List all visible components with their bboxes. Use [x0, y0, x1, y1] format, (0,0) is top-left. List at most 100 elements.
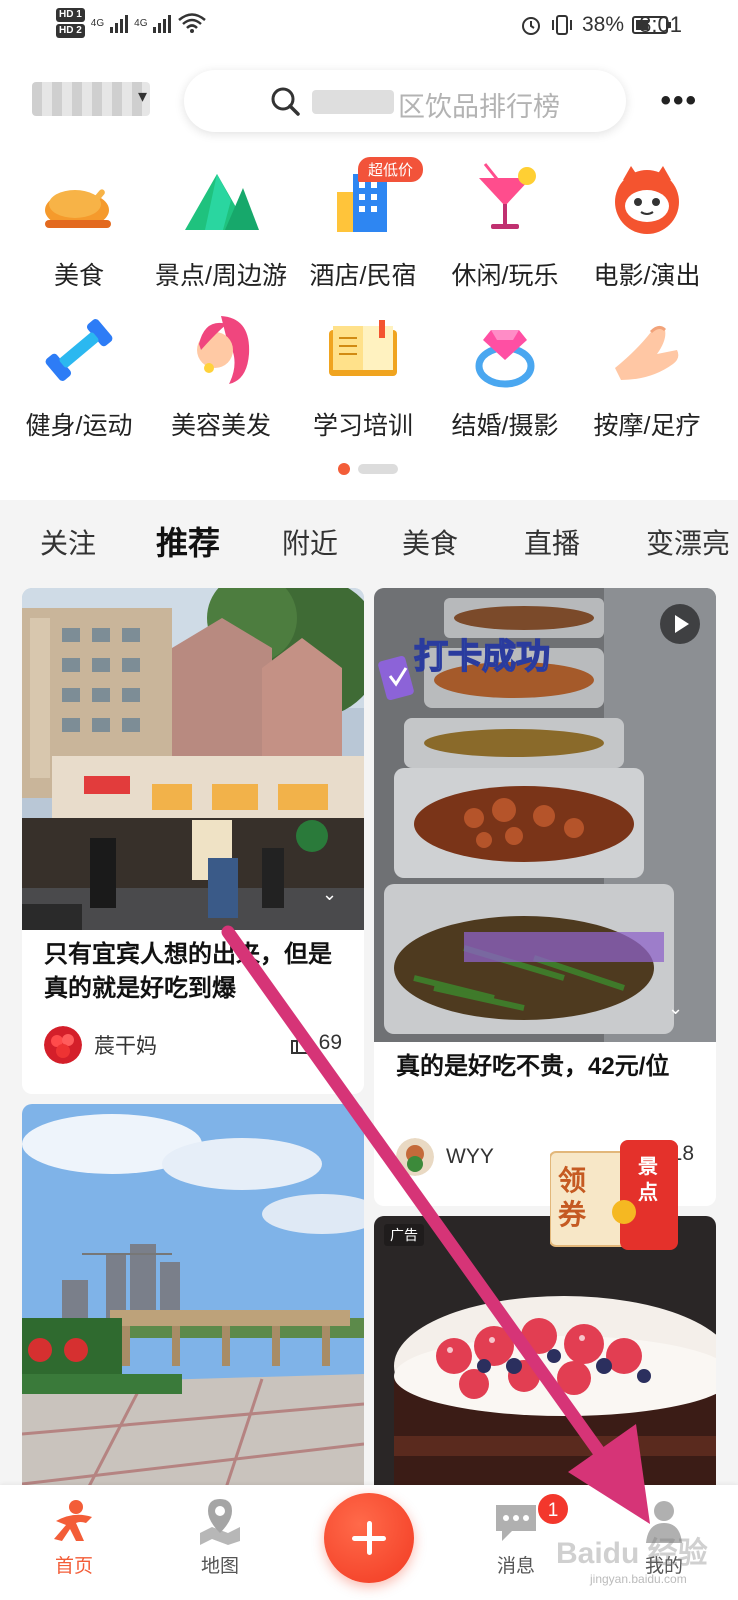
feed-tabs: 关注 推荐 附近 美食 直播 变漂亮	[0, 500, 738, 570]
card-title: 真的是好吃不贵，42元/位	[396, 1053, 670, 1080]
category-beauty[interactable]: 美容美发	[148, 310, 294, 450]
tab-beauty[interactable]: 变漂亮	[646, 522, 730, 562]
buffet-food-photo: 打卡成功	[374, 588, 716, 1042]
top-panel: HD 1 HD 2 4G 4G 38% 8:01 ▾ 区饮品排行榜 ••• 美食…	[0, 0, 738, 500]
category-label: 健身/运动	[25, 412, 133, 440]
author-avatar	[396, 1138, 434, 1176]
messages-count-badge: 1	[536, 1492, 570, 1526]
city-selector[interactable]	[32, 82, 150, 116]
feed-card[interactable]	[22, 1104, 364, 1500]
tab-follow[interactable]: 关注	[40, 522, 96, 562]
nav-messages-label: 消息	[496, 1556, 535, 1577]
like-count[interactable]: 69	[289, 1030, 342, 1056]
watermark-text: Baidu 经验	[556, 1537, 708, 1570]
play-video-button[interactable]	[660, 604, 700, 644]
category-label: 休闲/玩乐	[451, 262, 559, 290]
card-author[interactable]: 莀干妈	[44, 1026, 157, 1064]
collapse-chevron-icon: ⌄	[668, 998, 684, 1018]
map-pin-icon	[200, 1499, 240, 1545]
mountain-icon	[185, 174, 259, 230]
post-add-button[interactable]	[324, 1493, 414, 1583]
wifi-icon	[178, 13, 207, 33]
author-avatar	[44, 1026, 82, 1064]
card-author[interactable]: WYY	[396, 1138, 494, 1176]
roast-chicken-icon	[45, 177, 112, 228]
signal-bars-1-icon	[110, 13, 129, 33]
hd1-badge: HD 1	[56, 8, 85, 22]
nav-home[interactable]: 首页	[24, 1497, 124, 1578]
category-label: 美容美发	[170, 412, 271, 440]
hd2-badge: HD 2	[56, 24, 85, 38]
category-movie[interactable]: 电影/演出	[574, 160, 720, 300]
hd-badges: HD 1 HD 2	[56, 8, 85, 38]
city-dropdown-icon[interactable]: ▾	[138, 86, 147, 107]
header: ▾ 区饮品排行榜 •••	[0, 64, 738, 134]
nav-map-label: 地图	[200, 1556, 239, 1577]
category-label: 学习培训	[312, 412, 413, 440]
category-label: 美食	[53, 262, 104, 290]
cat-face-icon	[615, 166, 679, 234]
card-title: 只有宜宾人想的出来，但是真的就是好吃到爆	[44, 941, 332, 1002]
category-label: 酒店/民宿	[309, 262, 417, 290]
promo-badge: 超低价	[358, 157, 424, 182]
category-education[interactable]: 学习培训	[290, 310, 436, 450]
tab-recommend[interactable]: 推荐	[156, 518, 221, 564]
category-label: 结婚/摄影	[451, 412, 559, 440]
diamond-ring-icon	[475, 330, 535, 388]
author-name: WYY	[446, 1145, 494, 1168]
search-bar[interactable]: 区饮品排行榜	[184, 70, 626, 132]
author-name: 莀干妈	[94, 1035, 157, 1058]
category-label: 电影/演出	[593, 262, 701, 290]
status-bar: HD 1 HD 2 4G 4G 38% 8:01	[0, 0, 738, 56]
city-square-photo	[22, 1104, 364, 1500]
woman-hair-icon	[197, 316, 250, 384]
vibrate-icon	[551, 15, 572, 35]
category-wedding[interactable]: 结婚/摄影	[432, 310, 578, 450]
open-book-icon	[329, 320, 397, 376]
category-fitness[interactable]: 健身/运动	[6, 310, 152, 450]
page-indicator	[338, 463, 398, 475]
coupon-side-label: 景点	[638, 1156, 658, 1204]
network-type-1: 4G	[90, 17, 105, 29]
like-number: 69	[318, 1031, 342, 1054]
search-icon	[271, 87, 300, 116]
signal-bars-2-icon	[153, 13, 172, 33]
home-figure-icon	[54, 1500, 92, 1541]
coupon-float-button[interactable]: 领券 景点	[549, 1140, 678, 1258]
nav-home-label: 首页	[54, 1556, 93, 1577]
category-scenic[interactable]: 景点/周边游	[148, 160, 294, 300]
thumbs-up-icon	[290, 1031, 313, 1054]
category-label: 按摩/足疗	[593, 412, 701, 440]
more-menu-button[interactable]: •••	[660, 84, 698, 118]
tab-nearby[interactable]: 附近	[282, 522, 338, 562]
signal-group: HD 1 HD 2 4G 4G	[56, 8, 207, 38]
massage-hand-icon	[615, 325, 679, 380]
collapse-chevron-icon: ⌄	[322, 884, 338, 904]
category-leisure[interactable]: 休闲/玩乐	[432, 160, 578, 300]
watermark-url: jingyan.baidu.com	[590, 1572, 687, 1586]
chat-bubble-icon	[496, 1505, 536, 1541]
battery-percent: 38%	[581, 13, 624, 36]
nav-map[interactable]: 地图	[170, 1497, 270, 1578]
category-massage[interactable]: 按摩/足疗	[574, 310, 720, 450]
feed-card[interactable]: 打卡成功 ⌄ 真的是好吃不贵，42元/位 WYY 18	[374, 588, 716, 1206]
alarm-icon	[521, 17, 540, 35]
clock: 8:01	[639, 12, 682, 37]
category-food[interactable]: 美食	[6, 160, 152, 300]
search-placeholder: 区饮品排行榜	[398, 92, 560, 122]
cocktail-icon	[479, 163, 536, 229]
page-dot-inactive	[358, 464, 398, 474]
tab-food[interactable]: 美食	[402, 522, 458, 562]
tab-live[interactable]: 直播	[524, 522, 580, 562]
ad-label: 广告	[384, 1224, 424, 1246]
search-text-obscured	[312, 90, 394, 114]
page-dot-active	[338, 463, 350, 475]
strawberry-cake-photo	[374, 1216, 716, 1500]
ad-card[interactable]: 广告	[374, 1216, 716, 1500]
network-type-2: 4G	[134, 17, 148, 29]
checkin-overlay-text: 打卡成功	[414, 638, 550, 676]
coupon-main-label: 领券	[558, 1165, 587, 1230]
category-label: 景点/周边游	[155, 262, 287, 290]
restaurant-building-photo	[22, 588, 364, 930]
feed-card[interactable]: ⌄ 只有宜宾人想的出来，但是真的就是好吃到爆 莀干妈 69	[22, 588, 364, 1094]
